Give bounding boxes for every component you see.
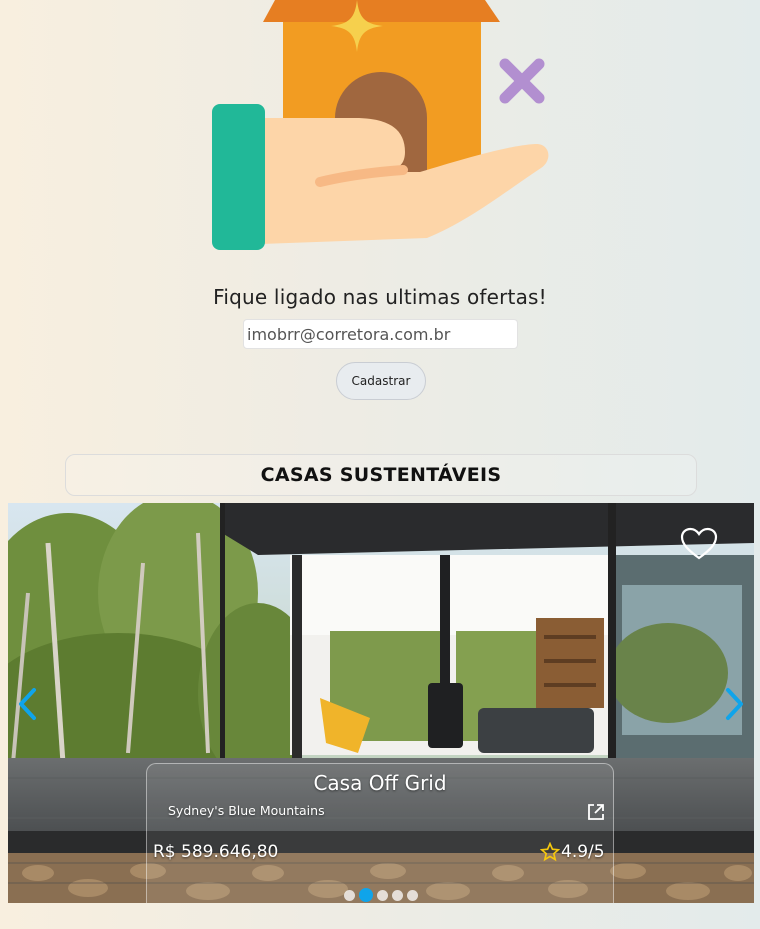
hand-holding-house-icon bbox=[212, 0, 549, 250]
carousel-dot[interactable] bbox=[377, 889, 388, 901]
property-title: Casa Off Grid bbox=[313, 771, 447, 795]
carousel-dot-active[interactable] bbox=[359, 888, 373, 902]
property-rating: 4.9/5 bbox=[540, 842, 605, 862]
chevron-left-icon[interactable] bbox=[14, 687, 42, 721]
heart-outline-icon[interactable] bbox=[680, 527, 718, 561]
section-title: CASAS SUSTENTÁVEIS bbox=[65, 454, 697, 496]
carousel-indicators bbox=[8, 888, 754, 902]
property-carousel[interactable]: Casa Off Grid Sydney's Blue Mountains R$… bbox=[8, 503, 754, 903]
chevron-right-icon[interactable] bbox=[720, 687, 748, 721]
email-field[interactable] bbox=[243, 319, 518, 349]
carousel-dot[interactable] bbox=[407, 889, 418, 901]
property-location: Sydney's Blue Mountains bbox=[168, 803, 325, 818]
signup-button[interactable]: Cadastrar bbox=[336, 362, 426, 400]
carousel-dot[interactable] bbox=[392, 889, 403, 901]
property-price: R$ 589.646,80 bbox=[153, 842, 279, 862]
star-icon bbox=[540, 842, 560, 862]
rating-value: 4.9/5 bbox=[561, 842, 605, 862]
carousel-dot[interactable] bbox=[344, 889, 355, 901]
property-card[interactable]: Casa Off Grid Sydney's Blue Mountains R$… bbox=[146, 763, 614, 903]
newsletter-title: Fique ligado nas ultimas ofertas! bbox=[213, 285, 547, 309]
external-link-icon[interactable] bbox=[586, 802, 606, 822]
